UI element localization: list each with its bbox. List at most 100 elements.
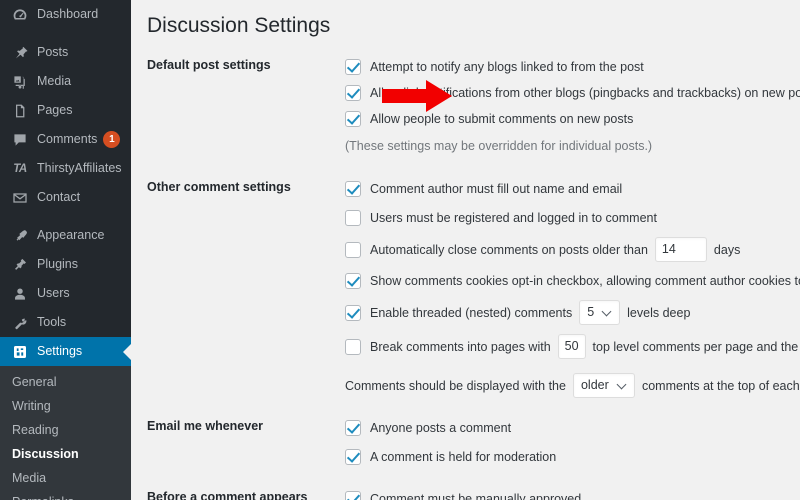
checkbox-require-registration[interactable] <box>345 210 361 226</box>
setting-row[interactable]: Attempt to notify any blogs linked to fr… <box>345 57 800 77</box>
submenu-item-media[interactable]: Media <box>0 466 131 490</box>
close-comments-days-input[interactable]: 14 <box>654 237 707 262</box>
section-label: Other comment settings <box>147 180 291 194</box>
sidebar-item-pages[interactable]: Pages <box>0 96 131 125</box>
section-label: Default post settings <box>147 58 271 72</box>
setting-label-suffix: levels deep <box>627 305 691 320</box>
checkbox-auto-close-comments[interactable] <box>345 241 361 258</box>
submenu-item-permalinks[interactable]: Permalinks <box>0 490 131 500</box>
red-pointer-arrow-icon <box>382 80 452 112</box>
sidebar-item-thirstyaffiliates[interactable]: TA ThirstyAffiliates <box>0 154 131 183</box>
setting-row[interactable]: Break comments into pages with 50 top le… <box>345 334 800 359</box>
sidebar-item-contact[interactable]: Contact <box>0 183 131 212</box>
settings-sliders-icon <box>10 342 30 362</box>
sidebar-item-label: Tools <box>37 315 67 330</box>
checkbox-cookies-optin[interactable] <box>345 273 361 289</box>
checkbox-threaded-comments[interactable] <box>345 304 361 321</box>
setting-row[interactable]: Allow people to submit comments on new p… <box>345 109 800 129</box>
setting-label: Show comments cookies opt-in checkbox, a… <box>370 274 800 288</box>
setting-label: Allow people to submit comments on new p… <box>370 112 634 126</box>
submenu-item-reading[interactable]: Reading <box>0 418 131 442</box>
chevron-down-icon <box>618 381 627 390</box>
sidebar-item-label: Settings <box>37 344 83 359</box>
checkbox-break-comments-pages[interactable] <box>345 338 361 355</box>
paintbrush-icon <box>10 226 30 246</box>
thread-depth-value: 5 <box>587 305 595 319</box>
sidebar-item-posts[interactable]: Posts <box>0 38 131 67</box>
comment-order-value: older <box>580 378 609 392</box>
wrench-icon <box>10 313 30 333</box>
section-default-post-settings: Default post settings Attempt to notify … <box>147 57 800 154</box>
sidebar-item-label: Plugins <box>37 257 78 272</box>
setting-row[interactable]: Anyone posts a comment <box>345 418 800 438</box>
submenu-item-discussion[interactable]: Discussion <box>0 442 131 466</box>
setting-row[interactable]: Comments should be displayed with the ol… <box>345 373 800 398</box>
setting-row[interactable]: Comment must be manually approved <box>345 489 800 500</box>
setting-row[interactable]: Comment author must fill out name and em… <box>345 179 800 199</box>
setting-row[interactable]: Users must be registered and logged in t… <box>345 208 800 228</box>
plug-icon <box>10 255 30 275</box>
sidebar-item-label: Dashboard <box>37 7 99 22</box>
thread-depth-select[interactable]: 5 <box>579 300 621 325</box>
setting-row[interactable]: Show comments cookies opt-in checkbox, a… <box>345 271 800 291</box>
sidebar-separator <box>0 29 131 38</box>
sidebar-item-label: ThirstyAffiliates <box>37 161 122 176</box>
setting-label-suffix: comments at the top of each page <box>641 378 800 393</box>
sidebar-item-plugins[interactable]: Plugins <box>0 250 131 279</box>
setting-label: Comment must be manually approved <box>370 492 582 500</box>
media-icon <box>10 72 30 92</box>
sidebar-item-users[interactable]: Users <box>0 279 131 308</box>
user-icon <box>10 284 30 304</box>
checkbox-notify-linked-blogs[interactable] <box>345 59 361 75</box>
sidebar-item-settings[interactable]: Settings <box>0 337 131 366</box>
setting-row[interactable]: Automatically close comments on posts ol… <box>345 237 800 262</box>
checkbox-manually-approved[interactable] <box>345 491 361 500</box>
ta-text-icon: TA <box>13 162 27 175</box>
sidebar-item-label: Comments <box>37 132 98 147</box>
admin-sidebar: Dashboard Posts Media Pages Comments 1 T… <box>0 0 131 500</box>
setting-row[interactable]: A comment is held for moderation <box>345 447 800 467</box>
envelope-icon <box>10 188 30 208</box>
sidebar-item-dashboard[interactable]: Dashboard <box>0 0 131 29</box>
setting-label: Users must be registered and logged in t… <box>370 211 657 225</box>
pages-icon <box>10 101 30 121</box>
main-content: Discussion Settings Default post setting… <box>131 0 800 500</box>
setting-row[interactable]: Enable threaded (nested) comments 5 leve… <box>345 300 800 325</box>
setting-label: Automatically close comments on posts ol… <box>370 242 648 257</box>
checkbox-email-held-moderation[interactable] <box>345 449 361 465</box>
checkbox-email-anyone-comments[interactable] <box>345 420 361 436</box>
setting-label: Comment author must fill out name and em… <box>370 182 623 196</box>
sidebar-item-label: Posts <box>37 45 69 60</box>
submenu-item-general[interactable]: General <box>0 370 131 394</box>
submenu-item-writing[interactable]: Writing <box>0 394 131 418</box>
setting-label: Comments should be displayed with the <box>345 378 566 393</box>
sidebar-item-comments[interactable]: Comments 1 <box>0 125 131 154</box>
sidebar-item-appearance[interactable]: Appearance <box>0 221 131 250</box>
sidebar-item-tools[interactable]: Tools <box>0 308 131 337</box>
setting-label-suffix: days <box>713 242 741 257</box>
setting-label-mid: top level comments per page and the <box>592 339 799 354</box>
checkbox-allow-comments[interactable] <box>345 111 361 127</box>
comments-per-page-input[interactable]: 50 <box>557 334 586 359</box>
comments-count-badge: 1 <box>103 131 121 148</box>
pin-icon <box>10 43 30 63</box>
sidebar-item-label: Appearance <box>37 228 105 243</box>
sidebar-item-label: Media <box>37 74 72 89</box>
checkbox-author-name-email[interactable] <box>345 181 361 197</box>
section-before-comment-appears: Before a comment appears Comment must be… <box>147 489 800 500</box>
sidebar-item-media[interactable]: Media <box>0 67 131 96</box>
active-menu-pointer-icon <box>123 343 131 360</box>
section-note: (These settings may be overridden for in… <box>345 139 653 153</box>
page-title: Discussion Settings <box>147 14 331 37</box>
setting-label: A comment is held for moderation <box>370 450 557 464</box>
setting-label: Break comments into pages with <box>370 339 551 354</box>
sidebar-item-label: Users <box>37 286 70 301</box>
comment-order-select[interactable]: older <box>572 373 635 398</box>
sidebar-item-label: Pages <box>37 103 73 118</box>
checkbox-allow-pingbacks[interactable] <box>345 85 361 101</box>
section-label: Before a comment appears <box>147 490 308 500</box>
sidebar-separator <box>0 212 131 221</box>
sidebar-item-label: Contact <box>37 190 81 205</box>
setting-label: Anyone posts a comment <box>370 421 512 435</box>
setting-label: Enable threaded (nested) comments <box>370 305 573 320</box>
